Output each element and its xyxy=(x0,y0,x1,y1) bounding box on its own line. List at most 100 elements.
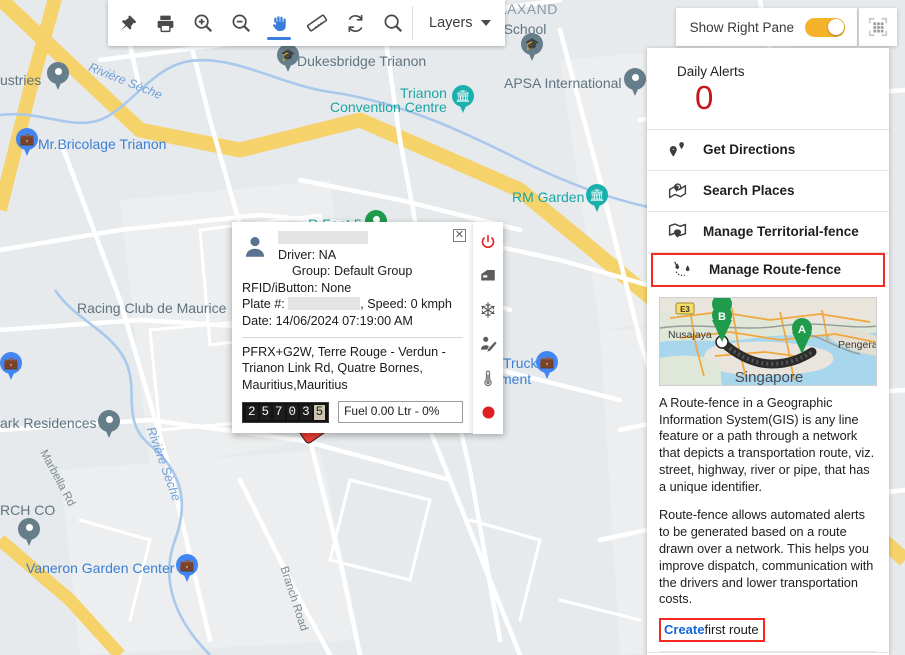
map-pin-industries[interactable] xyxy=(47,62,69,92)
layers-label: Layers xyxy=(429,15,473,31)
zoom-in-icon[interactable] xyxy=(184,0,222,46)
group-label: Group: xyxy=(292,264,331,279)
map-pin-star-school[interactable]: 🎓 xyxy=(521,33,543,63)
chevron-down-icon xyxy=(480,20,491,26)
ac-snowflake-icon[interactable] xyxy=(478,300,498,320)
layers-dropdown[interactable]: Layers xyxy=(413,0,505,46)
map-toolbar: Layers xyxy=(108,0,505,46)
speed-value: 0 kmph xyxy=(410,297,452,312)
show-right-pane-switch[interactable] xyxy=(805,17,845,37)
odometer-digit: 5 xyxy=(259,404,272,420)
scan-grid-button[interactable] xyxy=(859,8,897,46)
territorial-fence-icon xyxy=(665,221,689,242)
odometer-digit: 0 xyxy=(286,404,299,420)
date-value: 14/06/2024 07:19:00 AM xyxy=(275,314,413,329)
driver-value: NA xyxy=(318,247,337,262)
close-icon[interactable]: ✕ xyxy=(453,229,466,242)
route-fence-paragraph-2: Route-fence allows automated alerts to b… xyxy=(659,508,874,607)
show-right-pane-label: Show Right Pane xyxy=(689,19,794,35)
group-row: Group: Default Group xyxy=(278,263,412,280)
vehicle-name-redacted xyxy=(278,230,412,247)
search-icon[interactable] xyxy=(374,0,412,46)
map-pin-rch-co[interactable] xyxy=(18,518,40,548)
map-pin-mr-bricolage[interactable]: 💼 xyxy=(16,128,38,158)
rfid-label: RFID/iButton: xyxy=(242,280,318,295)
create-link-text: Create xyxy=(664,622,705,638)
sidebar-item-search-places[interactable]: Search Places xyxy=(647,170,889,212)
date-row: Date: 14/06/2024 07:19:00 AM xyxy=(242,313,463,330)
redacted-plate-bar xyxy=(288,297,361,311)
svg-text:A: A xyxy=(798,324,806,336)
redacted-name-bar xyxy=(278,231,368,244)
pan-hand-icon[interactable] xyxy=(260,0,298,46)
driver-row: Driver: NA xyxy=(278,247,412,264)
driver-behaviour-icon[interactable] xyxy=(478,334,498,354)
sidebar-item-label: Get Directions xyxy=(703,142,796,158)
map-pin-left-edge[interactable]: 💼 xyxy=(0,352,22,382)
vehicle-info-popup: ✕ Driver: NA Group: Default Group RFID/i… xyxy=(232,222,473,434)
odometer-digit: 3 xyxy=(300,404,312,420)
route-fence-icon xyxy=(671,260,695,280)
map-pin-rm-garden[interactable]: 🏛 xyxy=(586,184,608,214)
daily-alerts-title: Daily Alerts xyxy=(677,64,745,79)
driver-label: Driver: xyxy=(278,247,316,262)
daily-alerts-card: Daily Alerts 0 xyxy=(647,48,889,130)
show-right-pane-group: Show Right Pane xyxy=(675,8,897,46)
avatar xyxy=(242,230,270,280)
app-root: Rivière Sèche ustries Mr.Bricolage Trianon… xyxy=(0,0,905,655)
svg-text:Pengeran: Pengeran xyxy=(838,339,877,351)
svg-text:B: B xyxy=(718,311,726,323)
rfid-row: RFID/iButton: None xyxy=(242,280,463,297)
sidebar-item-label: Search Places xyxy=(703,183,795,199)
sidebar-item-get-directions[interactable]: Get Directions xyxy=(647,129,889,171)
address-text: PFRX+G2W, Terre Rouge - Verdun - Trianon… xyxy=(242,344,446,392)
power-icon[interactable] xyxy=(478,232,498,252)
route-fence-thumbnail: B A E3 Nusajaya Pengeran Singapore xyxy=(659,296,877,386)
group-value: Default Group xyxy=(334,264,413,279)
sidebar-item-manage-territorial-fence[interactable]: Manage Territorial-fence xyxy=(647,211,889,253)
map-pin-vaneron-garden-center[interactable]: 💼 xyxy=(176,554,198,584)
speed-label: , Speed: xyxy=(360,297,408,312)
odometer-digit: 5 xyxy=(313,404,326,420)
ruler-icon[interactable] xyxy=(298,0,336,46)
popup-identity: Driver: NA Group: Default Group xyxy=(278,230,412,280)
print-icon[interactable] xyxy=(146,0,184,46)
thermometer-icon[interactable] xyxy=(478,368,498,388)
fuel-readout: Fuel 0.00 Ltr - 0% xyxy=(338,401,463,424)
vehicle-status-icon-strip xyxy=(473,222,503,434)
status-dot-icon[interactable] xyxy=(478,402,498,422)
show-right-pane-toggle-row[interactable]: Show Right Pane xyxy=(675,8,857,46)
map-pin-truck-equipment[interactable]: 💼 xyxy=(536,351,558,381)
odometer-digit: 2 xyxy=(246,404,258,420)
door-icon[interactable] xyxy=(478,266,498,286)
map-pin-apsa-international[interactable] xyxy=(624,68,646,98)
create-link-rest: first route xyxy=(704,622,759,638)
popup-header: Driver: NA Group: Default Group xyxy=(242,230,463,280)
popup-divider xyxy=(242,336,463,338)
sidebar-item-label: Manage Territorial-fence xyxy=(703,224,859,240)
plate-label: Plate #: xyxy=(242,297,285,312)
plate-speed-row: Plate #: , Speed: 0 kmph xyxy=(242,296,463,313)
svg-text:E3: E3 xyxy=(680,305,690,314)
route-fence-paragraph-1: A Route-fence in a Geographic Informatio… xyxy=(659,395,875,495)
svg-text:Nusajaya: Nusajaya xyxy=(668,329,712,341)
refresh-icon[interactable] xyxy=(336,0,374,46)
search-places-icon xyxy=(665,180,689,201)
create-first-route-link[interactable]: Createfirst route xyxy=(659,618,765,643)
zoom-out-icon[interactable] xyxy=(222,0,260,46)
map-pin-dukesbridge[interactable]: 🎓 xyxy=(277,44,299,74)
sidebar-item-manage-route-fence[interactable]: Manage Route-fence xyxy=(651,252,885,287)
odometer-digit: 7 xyxy=(273,404,285,420)
route-fence-body: B A E3 Nusajaya Pengeran Singapore A Rou… xyxy=(647,287,889,653)
map-pin-trianon-convention-centre[interactable]: 🏛 xyxy=(452,85,474,115)
svg-text:Singapore: Singapore xyxy=(735,369,803,386)
map-pin-park-residences[interactable] xyxy=(98,410,120,440)
toggle-knob xyxy=(827,19,844,35)
sidebar-item-label: Manage Route-fence xyxy=(709,262,842,278)
directions-pin-icon xyxy=(665,140,689,160)
pin-icon[interactable] xyxy=(108,0,146,46)
rfid-value: None xyxy=(321,280,352,295)
right-pane: Daily Alerts 0 Get Directions Search Pla… xyxy=(647,48,889,655)
popup-gauges: 257035 Fuel 0.00 Ltr - 0% xyxy=(242,401,463,424)
odometer-display: 257035 xyxy=(242,401,330,423)
